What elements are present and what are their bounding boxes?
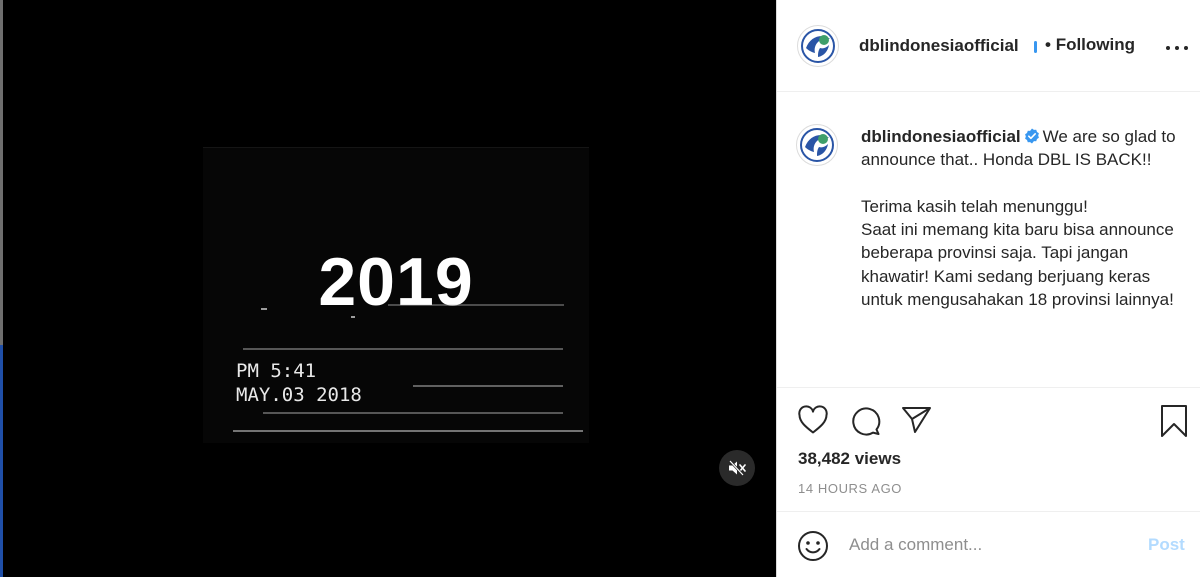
post-header: dblindonesiaofficial • Following	[777, 0, 1200, 92]
following-button[interactable]: • Following	[1045, 35, 1135, 55]
following-label: Following	[1055, 35, 1136, 54]
vhs-noise-line	[388, 304, 564, 306]
more-dot-icon	[1184, 46, 1188, 50]
post-media[interactable]: 2019 PM 5:41 MAY.03 2018	[0, 0, 776, 577]
emoji-icon[interactable]	[797, 530, 829, 562]
caption-text-block: dblindonesiaofficial We are so glad to an…	[861, 125, 1191, 311]
more-dot-icon	[1166, 46, 1170, 50]
header-avatar[interactable]	[797, 25, 839, 67]
view-count[interactable]: 38,482 views	[798, 449, 901, 469]
caption-username[interactable]: dblindonesiaofficial	[861, 127, 1021, 146]
more-dot-icon	[1175, 46, 1179, 50]
post-timestamp[interactable]: 14 HOURS AGO	[798, 481, 902, 496]
comment-bar: Post	[777, 512, 1200, 577]
caption-body: We are so glad to announce that.. Honda …	[861, 127, 1176, 310]
post-side-panel: dblindonesiaofficial • Following dblindo…	[776, 0, 1200, 577]
vhs-noise-line	[413, 385, 563, 387]
more-options-button[interactable]	[1166, 38, 1188, 58]
dbl-logo-icon	[801, 29, 835, 63]
vhs-noise-line	[233, 430, 583, 432]
paper-plane-icon[interactable]	[901, 405, 933, 435]
vhs-noise-line	[243, 348, 563, 350]
caption-area: dblindonesiaofficial We are so glad to an…	[777, 92, 1200, 388]
vhs-noise-line	[351, 316, 355, 318]
vhs-date-overlay: MAY.03 2018	[236, 384, 362, 406]
verified-badge-icon	[1034, 41, 1037, 53]
video-frame[interactable]: 2019 PM 5:41 MAY.03 2018	[203, 147, 589, 443]
vhs-noise-line	[261, 308, 267, 310]
dbl-logo-icon	[800, 128, 834, 162]
header-separator: •	[1045, 35, 1051, 54]
post-comment-button[interactable]: Post	[1148, 535, 1185, 555]
verified-badge-icon	[1024, 128, 1039, 144]
caption-avatar[interactable]	[796, 124, 838, 166]
comment-icon[interactable]	[849, 405, 881, 437]
media-left-edge-accent	[0, 345, 3, 577]
header-username[interactable]: dblindonesiaofficial	[859, 36, 1019, 56]
vhs-time-overlay: PM 5:41	[236, 360, 317, 382]
speaker-muted-icon	[729, 460, 746, 476]
vhs-noise-line	[263, 412, 563, 414]
bookmark-icon[interactable]	[1160, 404, 1188, 438]
post-actions: 38,482 views 14 HOURS AGO	[777, 388, 1200, 512]
mute-button[interactable]	[719, 450, 755, 486]
heart-icon[interactable]	[797, 405, 829, 435]
comment-input[interactable]	[849, 532, 1129, 558]
